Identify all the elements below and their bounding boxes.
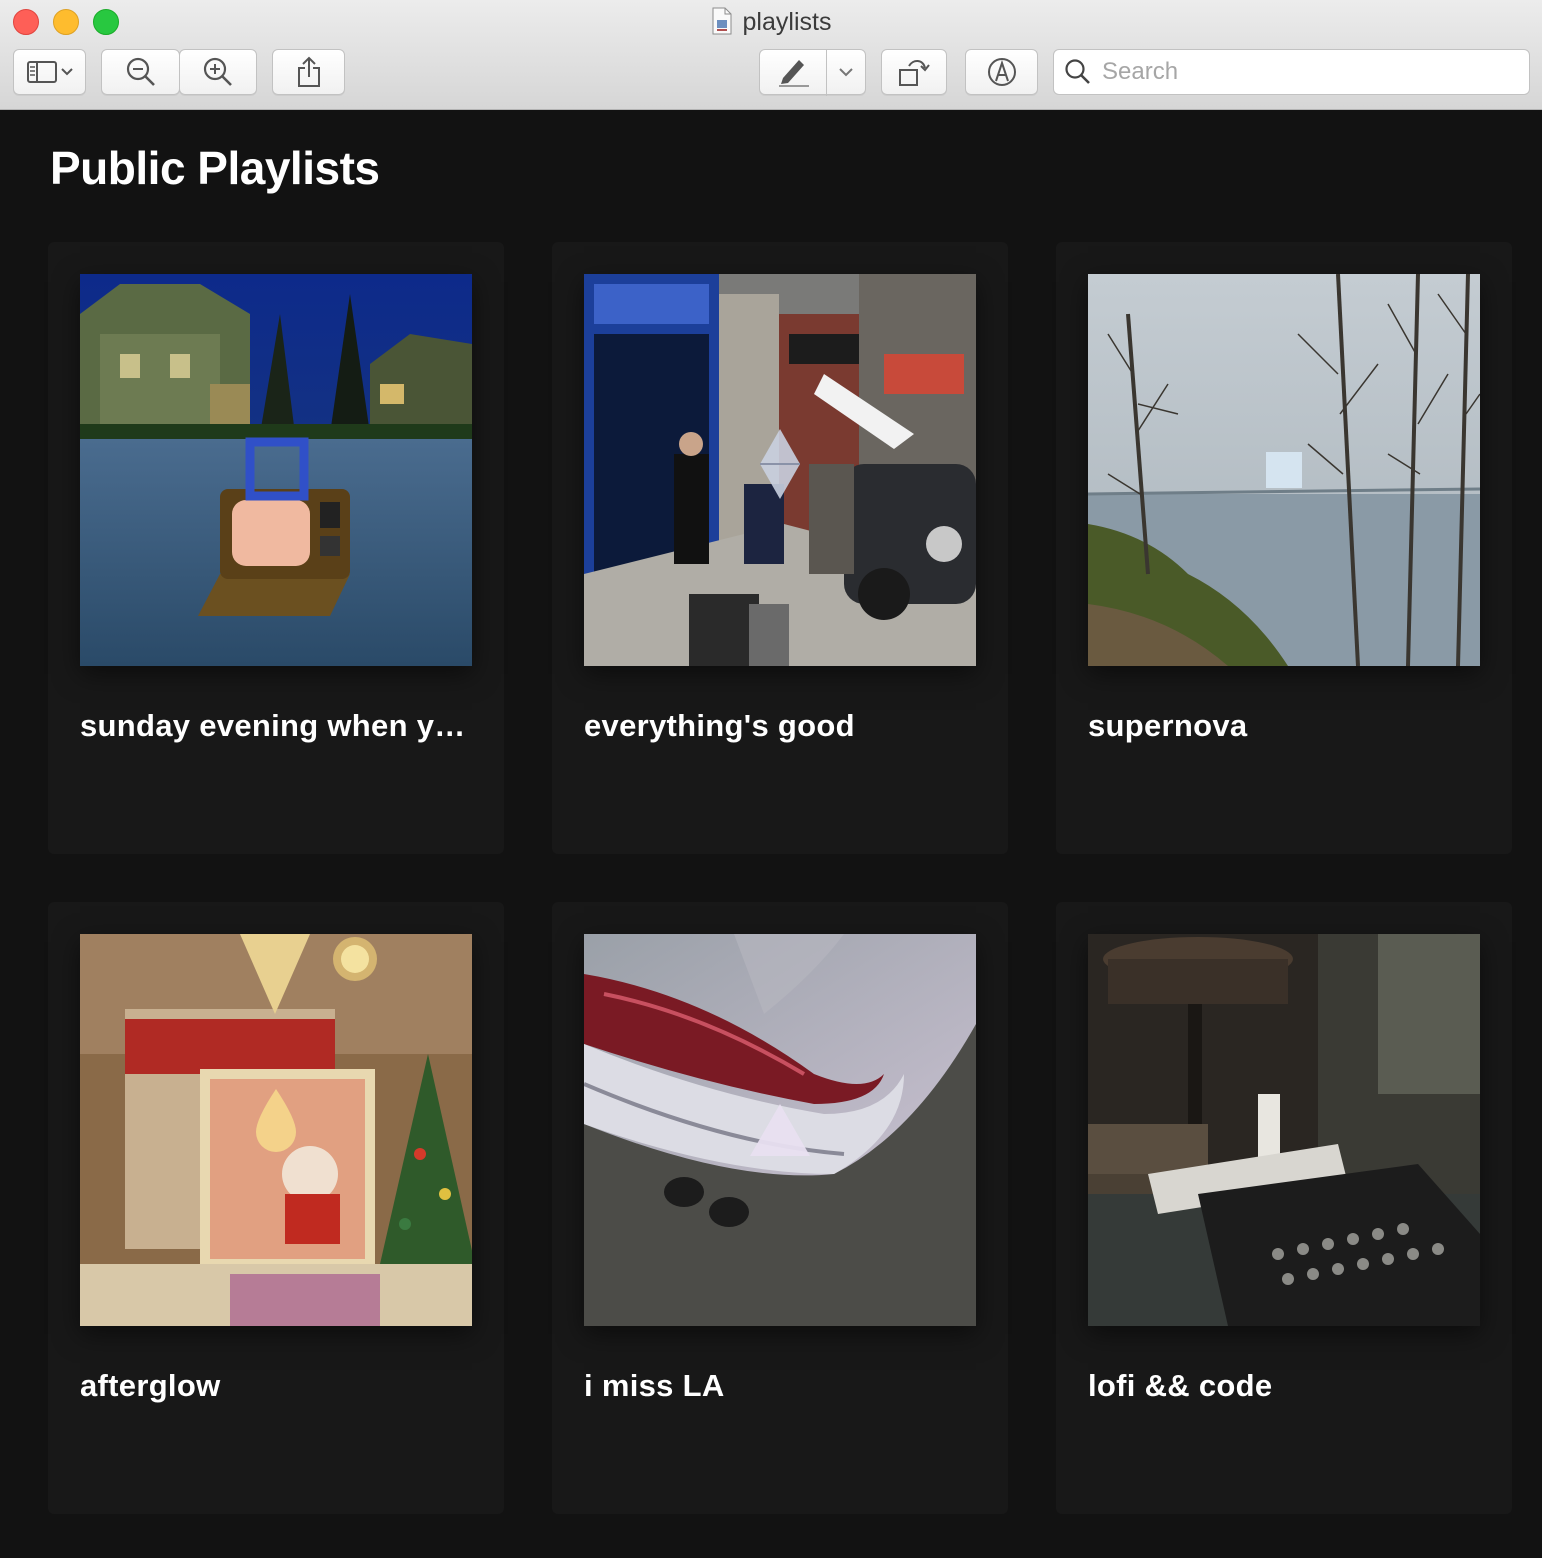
playlist-title: i miss LA — [584, 1368, 725, 1403]
playlist-card[interactable]: everything's good — [552, 242, 1008, 854]
zoom-out-button[interactable] — [101, 49, 180, 95]
playlist-card[interactable]: lofi && code — [1056, 902, 1512, 1514]
playlist-title: supernova — [1088, 708, 1248, 743]
document-icon — [711, 7, 733, 35]
playlist-card[interactable]: sunday evening when yo... — [48, 242, 504, 854]
sidebar-toggle-button[interactable] — [13, 49, 86, 95]
zoom-out-icon — [125, 56, 157, 88]
playlist-cover-image — [80, 274, 472, 666]
share-button[interactable] — [272, 49, 345, 95]
playlist-title: sunday evening when yo... — [80, 708, 475, 743]
chevron-down-icon — [838, 66, 854, 78]
markup-pen-button[interactable] — [759, 49, 827, 95]
markup-options-button[interactable] — [826, 49, 866, 95]
playlist-card[interactable]: i miss LA — [552, 902, 1008, 1514]
rotate-button[interactable] — [881, 49, 947, 95]
playlist-title: lofi && code — [1088, 1368, 1273, 1403]
playlist-title: afterglow — [80, 1368, 221, 1403]
rotate-icon — [897, 56, 931, 88]
share-icon — [295, 56, 323, 88]
playlist-title: everything's good — [584, 708, 855, 743]
search-icon — [1064, 58, 1092, 86]
zoom-in-icon — [202, 56, 234, 88]
playlist-cover-image — [1088, 934, 1480, 1326]
window-title-bar: playlists — [0, 5, 1542, 39]
annotate-icon — [986, 56, 1018, 88]
markup-pen-icon — [775, 56, 811, 88]
playlists-page: Public Playlists sunday evening when yo.… — [0, 111, 1542, 1558]
playlist-card[interactable]: supernova — [1056, 242, 1512, 854]
playlist-card[interactable]: afterglow — [48, 902, 504, 1514]
playlist-cover-image — [584, 934, 976, 1326]
sidebar-toggle-icon — [26, 60, 74, 84]
page-title: Public Playlists — [50, 142, 380, 194]
playlist-cover-image — [80, 934, 472, 1326]
playlist-cover-image — [1088, 274, 1480, 666]
search-input[interactable] — [1100, 57, 1500, 87]
annotate-button[interactable] — [965, 49, 1038, 95]
window-toolbar: playlists — [0, 0, 1542, 110]
window-title: playlists — [742, 8, 832, 36]
search-field[interactable] — [1053, 49, 1530, 95]
zoom-in-button[interactable] — [179, 49, 257, 95]
playlist-cover-image — [584, 274, 976, 666]
